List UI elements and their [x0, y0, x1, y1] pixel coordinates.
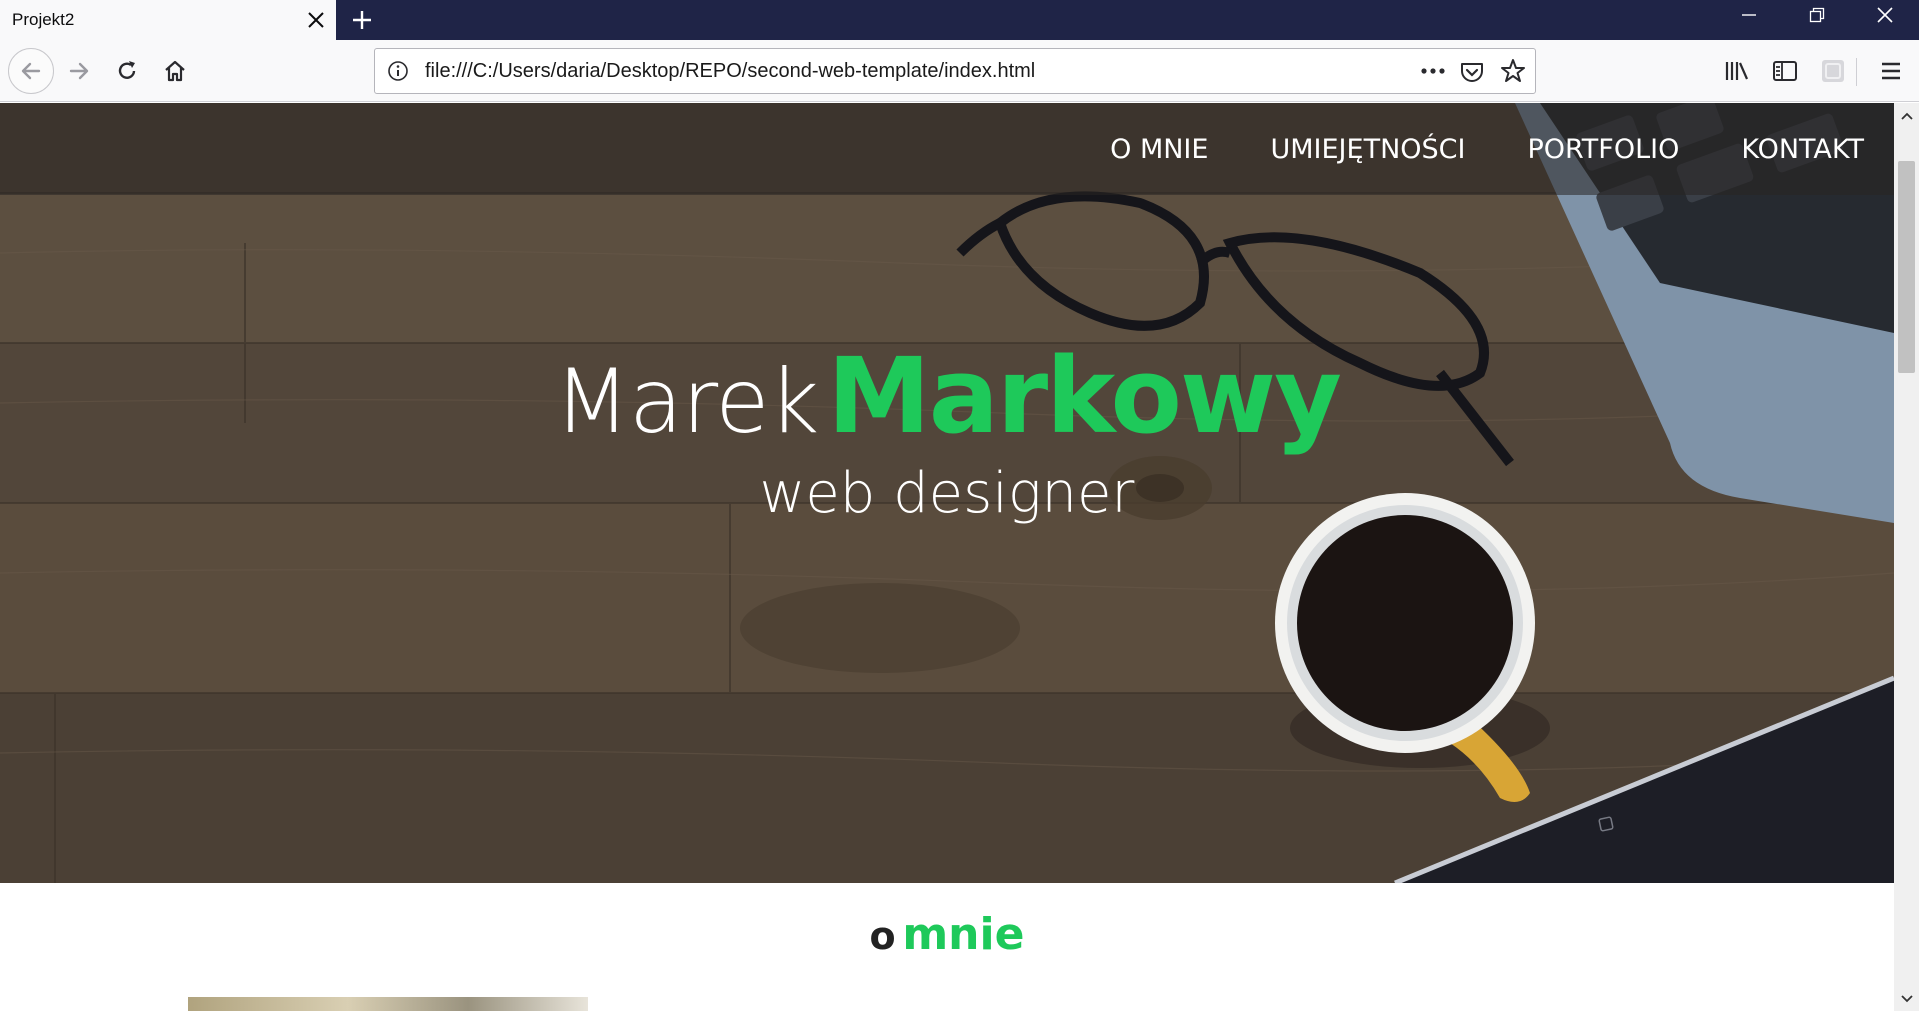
- home-icon[interactable]: [154, 50, 196, 92]
- restore-icon[interactable]: [1782, 0, 1851, 30]
- back-icon[interactable]: [8, 48, 54, 94]
- library-icon[interactable]: [1722, 56, 1752, 86]
- plus-icon[interactable]: [344, 0, 380, 40]
- hero-first-name: Marek: [554, 350, 819, 453]
- page-scrollbar[interactable]: [1894, 103, 1919, 1011]
- about-photo: [188, 997, 588, 1011]
- close-icon[interactable]: [296, 0, 336, 40]
- browser-tab[interactable]: Projekt2: [0, 0, 336, 40]
- hero-last-name: Markowy: [827, 335, 1342, 457]
- tab-title: Projekt2: [12, 10, 75, 29]
- hero-subtitle: web designer: [759, 461, 1135, 526]
- hero-title: Marek Markowy: [0, 335, 1894, 457]
- browser-toolbar: file:///C:/Users/daria/Desktop/REPO/seco…: [0, 40, 1919, 102]
- extension-icon[interactable]: [1818, 56, 1848, 86]
- more-icon[interactable]: [1418, 59, 1448, 83]
- toolbar-divider: [1856, 58, 1857, 86]
- site-navbar: O MNIE UMIEJĘTNOŚCI PORTFOLIO KONTAKT: [0, 103, 1894, 195]
- minimize-icon[interactable]: [1714, 0, 1783, 30]
- scroll-up-icon[interactable]: [1894, 103, 1919, 128]
- scroll-down-icon[interactable]: [1894, 986, 1919, 1011]
- url-text[interactable]: file:///C:/Users/daria/Desktop/REPO/seco…: [425, 49, 1035, 93]
- sidebar-icon[interactable]: [1770, 56, 1800, 86]
- info-icon[interactable]: [387, 60, 409, 82]
- window-close-icon[interactable]: [1850, 0, 1919, 30]
- tab-bar: Projekt2: [0, 0, 1919, 40]
- url-bar[interactable]: file:///C:/Users/daria/Desktop/REPO/seco…: [374, 48, 1536, 94]
- reload-icon[interactable]: [106, 50, 148, 92]
- hamburger-icon[interactable]: [1876, 56, 1906, 86]
- pocket-icon[interactable]: [1459, 59, 1485, 85]
- menu-item-o-mnie[interactable]: O MNIE: [1110, 134, 1208, 165]
- menu-item-umiejetnosci[interactable]: UMIEJĘTNOŚCI: [1270, 134, 1465, 165]
- about-heading-accent: mnie: [902, 909, 1025, 960]
- page-viewport: O MNIE UMIEJĘTNOŚCI PORTFOLIO KONTAKT Ma…: [0, 103, 1894, 1011]
- site-menu: O MNIE UMIEJĘTNOŚCI PORTFOLIO KONTAKT: [1110, 103, 1864, 195]
- about-heading-prefix: o: [869, 914, 896, 958]
- forward-icon[interactable]: [58, 50, 100, 92]
- star-icon[interactable]: [1500, 58, 1526, 84]
- about-heading: o mnie: [0, 909, 1894, 960]
- menu-item-portfolio[interactable]: PORTFOLIO: [1527, 134, 1679, 165]
- hero-section: O MNIE UMIEJĘTNOŚCI PORTFOLIO KONTAKT Ma…: [0, 103, 1894, 883]
- scrollbar-thumb[interactable]: [1898, 161, 1915, 373]
- menu-item-kontakt[interactable]: KONTAKT: [1741, 134, 1864, 165]
